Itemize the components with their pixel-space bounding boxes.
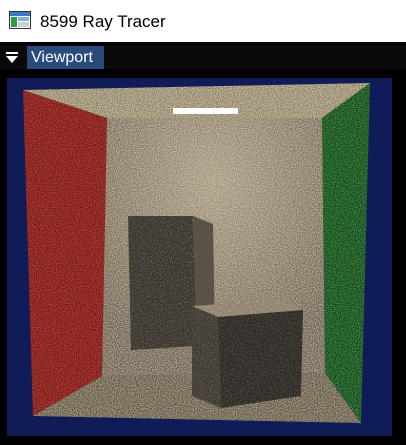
viewport-canvas[interactable] <box>7 78 392 436</box>
window-title: 8599 Ray Tracer <box>40 12 166 31</box>
render-image <box>23 83 370 423</box>
title-bar[interactable]: 8599 Ray Tracer <box>0 0 406 42</box>
collapse-arrow-icon[interactable] <box>4 50 20 66</box>
ceiling-light <box>173 108 238 114</box>
tab-viewport[interactable]: Viewport <box>27 46 104 69</box>
app-window: 8599 Ray Tracer Viewport <box>0 0 406 445</box>
app-window-icon <box>9 11 31 29</box>
